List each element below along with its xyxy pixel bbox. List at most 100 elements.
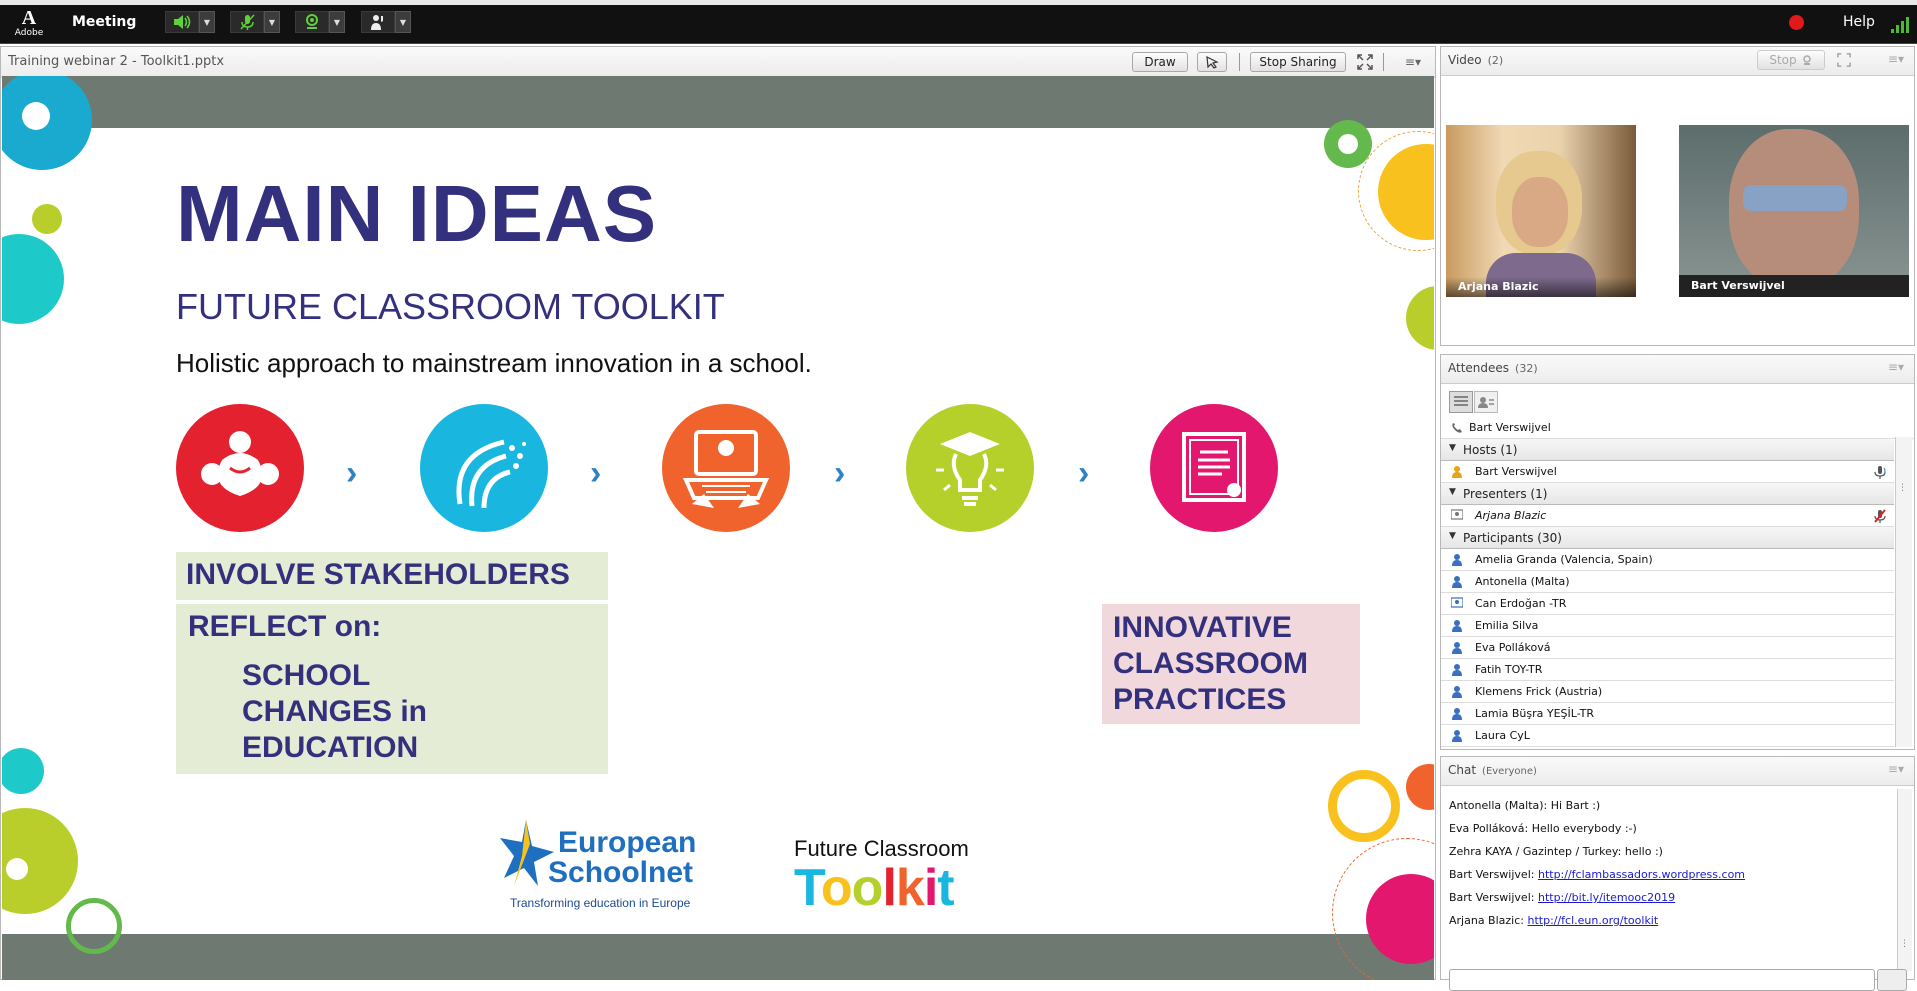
decor-circle [66, 898, 122, 954]
chat-pod-menu-icon[interactable]: ≡▾ [1888, 762, 1904, 776]
participant-user-icon [1452, 576, 1462, 588]
chat-text: Hello everybody :-) [1531, 822, 1637, 835]
participants-group-header[interactable]: ▼ Participants (30) [1441, 527, 1894, 549]
speaker-dropdown-icon[interactable]: ▼ [199, 11, 215, 33]
pointer-button[interactable] [1197, 52, 1227, 72]
chat-link[interactable]: http://bit.ly/itemooc2019 [1538, 891, 1675, 904]
practices-line: INNOVATIVE [1113, 611, 1292, 644]
decor-circle [1328, 770, 1400, 842]
participant-row[interactable]: Amelia Granda (Valencia, Spain) [1441, 549, 1894, 571]
presentation-slide: MAIN IDEAS FUTURE CLASSROOM TOOLKIT Holi… [2, 76, 1434, 980]
phone-attendee-row[interactable]: Bart Verswijvel [1441, 417, 1914, 439]
microphone-off-icon [1874, 509, 1886, 523]
participant-row[interactable]: Laura CyL [1441, 725, 1894, 747]
toolbar-divider [1239, 53, 1240, 71]
participant-webcam-icon [1451, 597, 1463, 608]
video-feed-arjana[interactable]: Arjana Blazic [1446, 125, 1636, 297]
attendees-scrollbar[interactable]: ⋮ [1895, 437, 1912, 747]
video-feed-bart[interactable]: Bart Verswijvel [1679, 125, 1909, 297]
recording-indicator-icon[interactable] [1789, 15, 1804, 30]
participant-row[interactable]: Antonella (Malta) [1441, 571, 1894, 593]
hosts-group-header[interactable]: ▼ Hosts (1) [1441, 439, 1894, 461]
host-user-icon [1452, 466, 1462, 478]
microphone-button[interactable]: ▼ [230, 11, 280, 33]
chat-pod-header: Chat (Everyone) ≡▾ [1441, 757, 1914, 786]
reflect-box: REFLECT on: SCHOOL CHANGES in EDUCATION [176, 604, 608, 774]
chat-input[interactable] [1449, 969, 1875, 991]
chat-link[interactable]: http://fclambassadors.wordpress.com [1538, 868, 1745, 881]
status-dropdown-icon[interactable]: ▼ [395, 11, 411, 33]
attendee-name: Emilia Silva [1475, 619, 1539, 632]
chat-message: Bart Verswijvel: http://fclambassadors.w… [1449, 868, 1745, 881]
attendee-name: Lamia Büşra YEŞİL-TR [1475, 707, 1595, 720]
slide-subtitle: FUTURE CLASSROOM TOOLKIT [176, 286, 725, 327]
chat-pod: Chat (Everyone) ≡▾ Antonella (Malta): Hi … [1440, 756, 1915, 991]
chat-sender: Bart Verswijvel: [1449, 868, 1535, 881]
chat-send-button[interactable] [1877, 969, 1907, 991]
share-pod-menu-icon[interactable]: ≡▾ [1405, 55, 1421, 69]
attendees-pod-title: Attendees (32) [1448, 361, 1538, 375]
slide-title: MAIN IDEAS [176, 169, 658, 258]
video-pod-menu-icon[interactable]: ≡▾ [1888, 52, 1904, 66]
reflect-line: EDUCATION [242, 731, 419, 764]
video-glasses [1743, 185, 1847, 211]
participant-user-icon [1452, 708, 1462, 720]
attendee-name: Antonella (Malta) [1475, 575, 1570, 588]
attendee-name: Eva Polláková [1475, 641, 1551, 654]
logo1-tagline: Transforming education in Europe [510, 896, 691, 910]
fullscreen-icon[interactable] [1357, 54, 1373, 73]
help-menu[interactable]: Help [1843, 14, 1875, 30]
camera-dropdown-icon[interactable]: ▼ [329, 11, 345, 33]
share-pod-header: Training webinar 2 - Toolkit1.pptx Draw … [1, 47, 1435, 78]
meeting-menu[interactable]: Meeting [72, 14, 136, 30]
participant-user-icon [1452, 620, 1462, 632]
status-view-button[interactable] [1474, 391, 1498, 413]
draw-button[interactable]: Draw [1132, 52, 1188, 72]
participant-row[interactable]: Can Erdoğan -TR [1441, 593, 1894, 615]
stop-sharing-button[interactable]: Stop Sharing [1250, 52, 1346, 72]
microphone-dropdown-icon[interactable]: ▼ [264, 11, 280, 33]
collapse-triangle-icon[interactable]: ▼ [1449, 443, 1456, 453]
participant-row[interactable]: Eva Polláková [1441, 637, 1894, 659]
participants-group-label: Participants (30) [1463, 531, 1562, 545]
schoolnet-star-icon [500, 820, 554, 886]
pointer-icon [1206, 55, 1219, 69]
attendees-pod-header: Attendees (32) ≡▾ [1441, 355, 1914, 384]
chat-message: Antonella (Malta): Hi Bart :) [1449, 799, 1600, 812]
participant-row[interactable]: Fatih TOY-TR [1441, 659, 1894, 681]
step-arrow-icon: › [346, 454, 358, 492]
speaker-button[interactable]: ▼ [165, 11, 215, 33]
video-fullscreen-icon[interactable] [1837, 53, 1851, 70]
logo2-letter: o [820, 859, 853, 917]
host-row[interactable]: Bart Verswijvel [1441, 461, 1894, 483]
attendee-name: Fatih TOY-TR [1475, 663, 1543, 676]
presenter-row[interactable]: Arjana Blazic [1441, 505, 1894, 527]
adobe-logo: A Adobe [14, 7, 44, 38]
microphone-muted-icon [230, 11, 264, 33]
status-view-icon [1478, 397, 1494, 408]
list-view-button[interactable] [1449, 391, 1473, 413]
chat-text: Hi Bart :) [1550, 799, 1601, 812]
chat-scrollbar[interactable]: ⋮ [1897, 789, 1912, 971]
chat-pod-title: Chat (Everyone) [1448, 763, 1537, 777]
raise-hand-button[interactable]: ▼ [361, 11, 411, 33]
chat-link[interactable]: http://fcl.eun.org/toolkit [1527, 914, 1658, 927]
attendee-name: Klemens Frick (Austria) [1475, 685, 1603, 698]
participant-row[interactable]: Klemens Frick (Austria) [1441, 681, 1894, 703]
collapse-triangle-icon[interactable]: ▼ [1449, 531, 1456, 541]
camera-button[interactable]: ▼ [295, 11, 345, 33]
microphone-active-icon [1874, 466, 1886, 479]
share-pod-title: Training webinar 2 - Toolkit1.pptx [8, 54, 225, 69]
attendees-pod-menu-icon[interactable]: ≡▾ [1888, 360, 1904, 374]
reflect-icon [420, 404, 548, 532]
attendee-name: Bart Verswijvel [1475, 465, 1557, 478]
collapse-triangle-icon[interactable]: ▼ [1449, 487, 1456, 497]
presenters-group-header[interactable]: ▼ Presenters (1) [1441, 483, 1894, 505]
chat-message: Arjana Blazic: http://fcl.eun.org/toolki… [1449, 914, 1658, 927]
reflect-line: SCHOOL [242, 659, 371, 692]
hosts-group-label: Hosts (1) [1463, 443, 1518, 457]
participant-row[interactable]: Lamia Büşra YEŞİL-TR [1441, 703, 1894, 725]
participant-row[interactable]: Emilia Silva [1441, 615, 1894, 637]
video-pod-header: Video (2) Stop ≡▾ [1441, 47, 1914, 76]
stop-video-button[interactable]: Stop [1757, 50, 1825, 70]
